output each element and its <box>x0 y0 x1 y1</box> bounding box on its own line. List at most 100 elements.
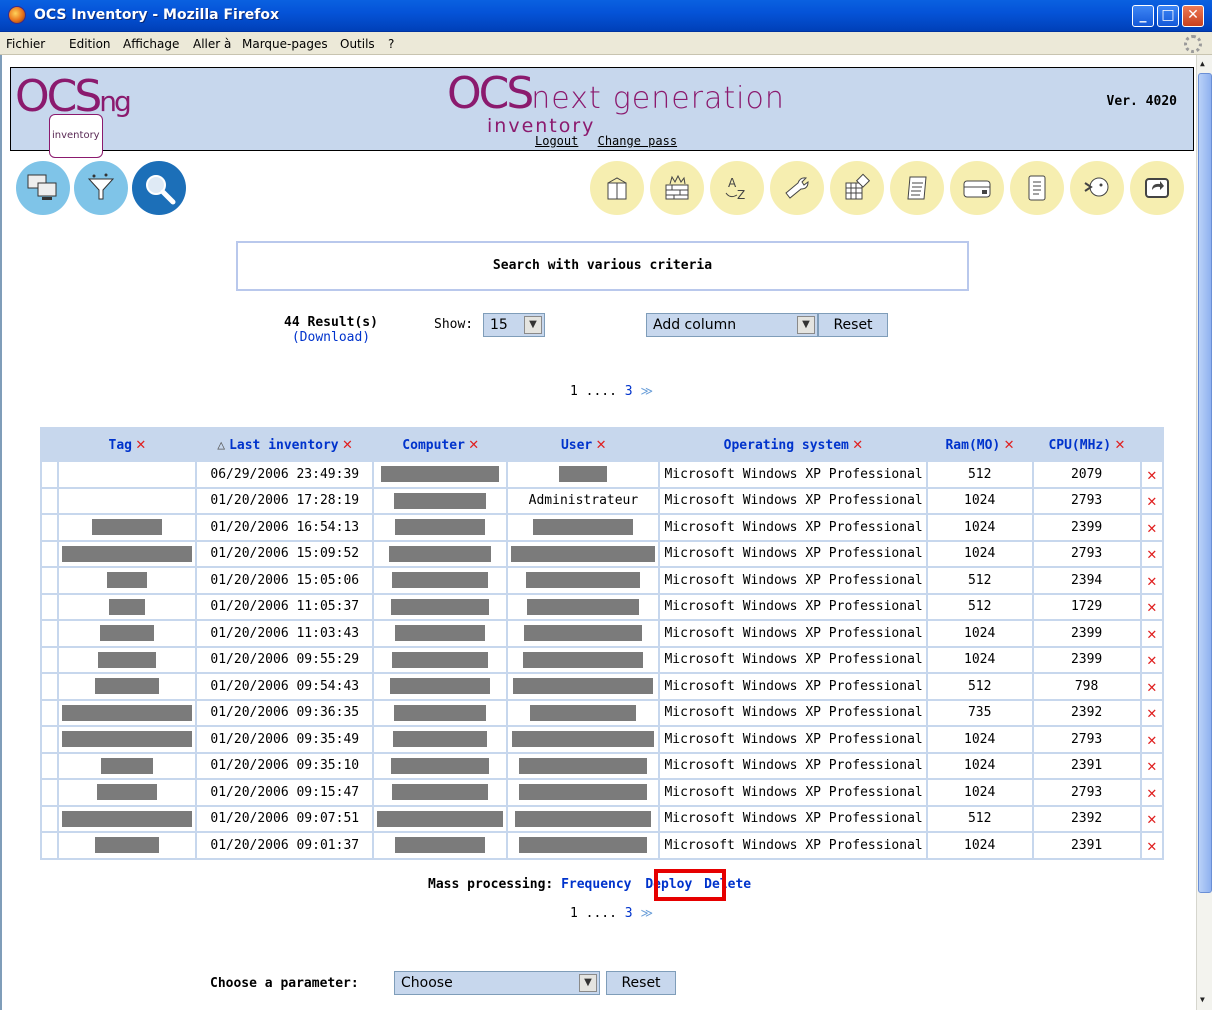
col-last-inventory[interactable]: △ Last inventory ✕ <box>196 427 373 461</box>
delete-row-icon[interactable]: ✕ <box>1139 645 1165 674</box>
menu-help[interactable]: ? <box>388 37 394 51</box>
table-row[interactable]: 01/20/2006 09:15:47 Microsoft Windows XP … <box>39 778 1165 807</box>
device-icon[interactable] <box>950 161 1004 215</box>
row-checkbox-cell[interactable] <box>39 592 60 621</box>
col-os[interactable]: Operating system ✕ <box>659 427 926 461</box>
cell-computer[interactable] <box>372 645 509 674</box>
frequency-link[interactable]: Frequency <box>561 877 631 892</box>
cell-computer[interactable] <box>372 778 509 807</box>
remove-column-icon[interactable]: ✕ <box>1004 434 1014 453</box>
menu-outils[interactable]: Outils <box>340 37 375 51</box>
next-page-icon[interactable]: ≫ <box>640 906 653 920</box>
cell-computer[interactable] <box>372 725 509 754</box>
parameter-reset-button[interactable]: Reset <box>606 971 676 995</box>
back-icon[interactable] <box>1130 161 1184 215</box>
minimize-button[interactable]: _ <box>1132 5 1154 27</box>
chevron-down-icon[interactable]: ▼ <box>579 974 597 992</box>
delete-row-icon[interactable]: ✕ <box>1139 592 1165 621</box>
delete-row-icon[interactable]: ✕ <box>1139 804 1165 833</box>
delete-row-icon[interactable]: ✕ <box>1139 619 1165 648</box>
col-ram-label[interactable]: Ram(MO) <box>945 438 1000 453</box>
col-tag-label[interactable]: Tag <box>109 438 132 453</box>
delete-row-icon[interactable]: ✕ <box>1139 751 1165 780</box>
row-checkbox-cell[interactable] <box>39 672 60 701</box>
cell-computer[interactable] <box>372 698 509 727</box>
parameter-select[interactable]: Choose ▼ <box>394 971 600 995</box>
cell-computer[interactable] <box>372 566 509 595</box>
cell-computer[interactable] <box>372 460 509 489</box>
row-checkbox-cell[interactable] <box>39 619 60 648</box>
col-user[interactable]: User ✕ <box>507 427 659 461</box>
delete-row-icon[interactable]: ✕ <box>1139 539 1165 568</box>
table-row[interactable]: 01/20/2006 15:09:52 Microsoft Windows XP … <box>39 539 1165 568</box>
remove-column-icon[interactable]: ✕ <box>136 434 146 453</box>
script-icon[interactable] <box>890 161 944 215</box>
delete-row-icon[interactable]: ✕ <box>1139 778 1165 807</box>
delete-row-icon[interactable]: ✕ <box>1139 513 1165 542</box>
show-select[interactable]: 15 ▼ <box>483 313 545 337</box>
row-checkbox-cell[interactable] <box>39 566 60 595</box>
col-last-inventory-label[interactable]: Last inventory <box>229 438 339 453</box>
delete-row-icon[interactable]: ✕ <box>1139 566 1165 595</box>
maximize-button[interactable]: □ <box>1157 5 1179 27</box>
remove-column-icon[interactable]: ✕ <box>343 434 353 453</box>
add-column-select[interactable]: Add column ▼ <box>646 313 818 337</box>
reset-column-button[interactable]: Reset <box>818 313 888 337</box>
row-checkbox-cell[interactable] <box>39 698 60 727</box>
chevron-down-icon[interactable]: ▼ <box>797 316 815 334</box>
table-row[interactable]: 01/20/2006 09:36:35 Microsoft Windows XP … <box>39 698 1165 727</box>
change-pass-link[interactable]: Change pass <box>598 134 677 148</box>
delete-row-icon[interactable]: ✕ <box>1139 486 1165 515</box>
delete-row-icon[interactable]: ✕ <box>1139 831 1165 860</box>
cell-computer[interactable] <box>372 513 509 542</box>
next-page-icon[interactable]: ≫ <box>640 384 653 398</box>
scroll-down-icon[interactable]: ▼ <box>1200 995 1205 1004</box>
cell-computer[interactable] <box>372 672 509 701</box>
table-row[interactable]: 01/20/2006 17:28:19 Administrateur Microso… <box>39 486 1165 515</box>
registry-icon[interactable] <box>830 161 884 215</box>
row-checkbox-cell[interactable] <box>39 725 60 754</box>
delete-row-icon[interactable]: ✕ <box>1139 460 1165 489</box>
table-row[interactable]: 01/20/2006 09:55:29 Microsoft Windows XP … <box>39 645 1165 674</box>
menu-aller-a[interactable]: Aller à <box>193 37 231 51</box>
cell-computer[interactable] <box>372 539 509 568</box>
dictionary-icon[interactable]: AZ <box>710 161 764 215</box>
table-row[interactable]: 01/20/2006 11:05:37 Microsoft Windows XP … <box>39 592 1165 621</box>
cell-computer[interactable] <box>372 751 509 780</box>
col-cpu-label[interactable]: CPU(MHz) <box>1048 438 1111 453</box>
table-row[interactable]: 01/20/2006 11:03:43 Microsoft Windows XP … <box>39 619 1165 648</box>
col-os-label[interactable]: Operating system <box>724 438 849 453</box>
package-icon[interactable] <box>590 161 644 215</box>
delete-row-icon[interactable]: ✕ <box>1139 725 1165 754</box>
table-row[interactable]: 06/29/2006 23:49:39 Microsoft Windows XP … <box>39 460 1165 489</box>
row-checkbox-cell[interactable] <box>39 460 60 489</box>
col-ram[interactable]: Ram(MO) ✕ <box>927 427 1033 461</box>
table-row[interactable]: 01/20/2006 09:01:37 Microsoft Windows XP … <box>39 831 1165 860</box>
menu-affichage[interactable]: Affichage <box>123 37 179 51</box>
menu-edition[interactable]: Edition <box>69 37 111 51</box>
remove-column-icon[interactable]: ✕ <box>469 434 479 453</box>
download-link[interactable]: (Download) <box>292 330 370 345</box>
cell-computer[interactable] <box>372 804 509 833</box>
delete-row-icon[interactable]: ✕ <box>1139 672 1165 701</box>
row-checkbox-cell[interactable] <box>39 645 60 674</box>
table-row[interactable]: 01/20/2006 15:05:06 Microsoft Windows XP … <box>39 566 1165 595</box>
chevron-down-icon[interactable]: ▼ <box>524 316 542 334</box>
tools-icon[interactable] <box>770 161 824 215</box>
cell-computer[interactable] <box>372 619 509 648</box>
logout-link[interactable]: Logout <box>535 134 578 148</box>
table-row[interactable]: 01/20/2006 16:54:13 Microsoft Windows XP … <box>39 513 1165 542</box>
col-computer-label[interactable]: Computer <box>402 438 465 453</box>
row-checkbox-cell[interactable] <box>39 751 60 780</box>
computers-icon[interactable] <box>16 161 70 215</box>
cell-computer[interactable] <box>372 831 509 860</box>
menu-fichier[interactable]: Fichier <box>6 37 45 51</box>
remove-column-icon[interactable]: ✕ <box>853 434 863 453</box>
cell-computer[interactable] <box>372 592 509 621</box>
delete-row-icon[interactable]: ✕ <box>1139 698 1165 727</box>
search-icon[interactable] <box>132 161 186 215</box>
remove-column-icon[interactable]: ✕ <box>1115 434 1125 453</box>
col-computer[interactable]: Computer ✕ <box>373 427 507 461</box>
col-user-label[interactable]: User <box>561 438 592 453</box>
row-checkbox-cell[interactable] <box>39 486 60 515</box>
